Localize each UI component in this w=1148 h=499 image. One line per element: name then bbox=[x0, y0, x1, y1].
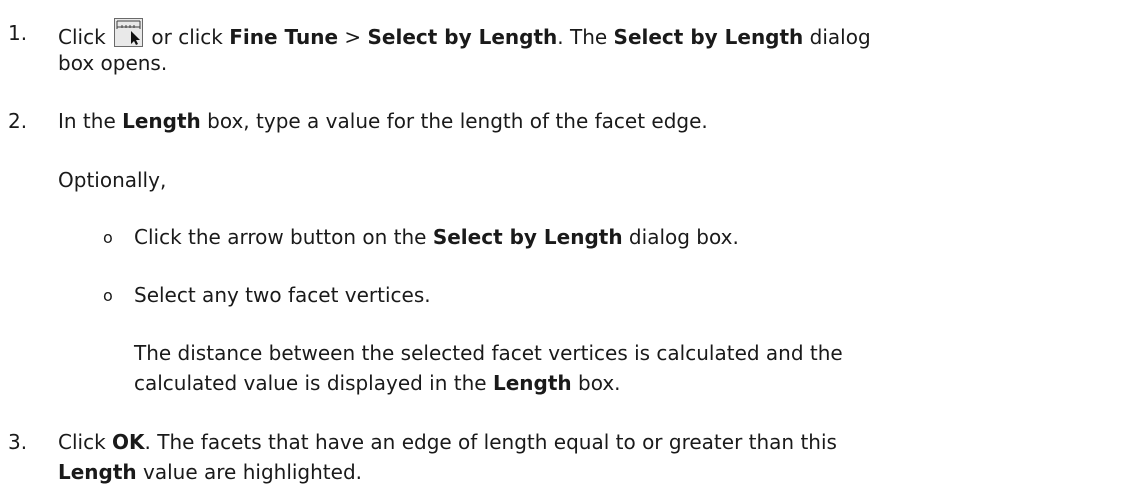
menu-fine-tune: Fine Tune bbox=[229, 25, 339, 49]
step-2-line-1: In the Length box, type a value for the … bbox=[58, 106, 708, 136]
dialog-name: Select by Length bbox=[432, 225, 623, 249]
note-line-2: calculated value is displayed in the Len… bbox=[134, 368, 621, 398]
step-3-line-2: Length value are highlighted. bbox=[58, 457, 362, 487]
step-number: 1. bbox=[8, 21, 28, 45]
step-1-line-1: Click or click Fine Tune > Select by Len… bbox=[58, 18, 871, 52]
step-text: box. bbox=[571, 371, 621, 395]
help-page: 1. Click or click Fine Tune > Select by … bbox=[0, 0, 1148, 499]
bullet-item-2: Select any two facet vertices. bbox=[134, 283, 431, 307]
note-line-1: The distance between the selected facet … bbox=[134, 341, 843, 365]
step-text: dialog bbox=[803, 25, 871, 49]
ok-button-name: OK bbox=[112, 430, 145, 454]
step-text: or click bbox=[151, 25, 230, 49]
step-3-line-1: Click OK. The facets that have an edge o… bbox=[58, 427, 837, 457]
step-text: value are highlighted. bbox=[136, 460, 363, 484]
bullet-marker: o bbox=[103, 228, 113, 247]
step-text: In the bbox=[58, 109, 123, 133]
step-text: Click the arrow button on the bbox=[134, 225, 433, 249]
bullet-marker: o bbox=[103, 286, 113, 305]
menu-item-select-by-length: Select by Length bbox=[367, 25, 558, 49]
step-text: calculated value is displayed in the bbox=[134, 371, 493, 395]
step-text: . The facets that have an edge of length… bbox=[144, 430, 837, 454]
step-text: box, type a value for the length of the … bbox=[200, 109, 708, 133]
step-number: 3. bbox=[8, 430, 28, 454]
length-field-name: Length bbox=[122, 109, 201, 133]
separator: > bbox=[338, 25, 368, 49]
length-field-name: Length bbox=[492, 371, 572, 395]
dialog-name: Select by Length bbox=[613, 25, 804, 49]
optionally-text: Optionally, bbox=[58, 168, 167, 192]
length-field-name: Length bbox=[58, 460, 137, 484]
step-text: Click bbox=[58, 25, 106, 49]
step-text: . The bbox=[557, 25, 614, 49]
step-text: Click bbox=[58, 430, 113, 454]
bullet-item-1: Click the arrow button on the Select by … bbox=[134, 222, 739, 252]
select-by-length-tool-icon[interactable] bbox=[114, 18, 144, 47]
step-number: 2. bbox=[8, 109, 28, 133]
step-1-line-2: box opens. bbox=[58, 51, 168, 75]
step-text: dialog box. bbox=[622, 225, 739, 249]
